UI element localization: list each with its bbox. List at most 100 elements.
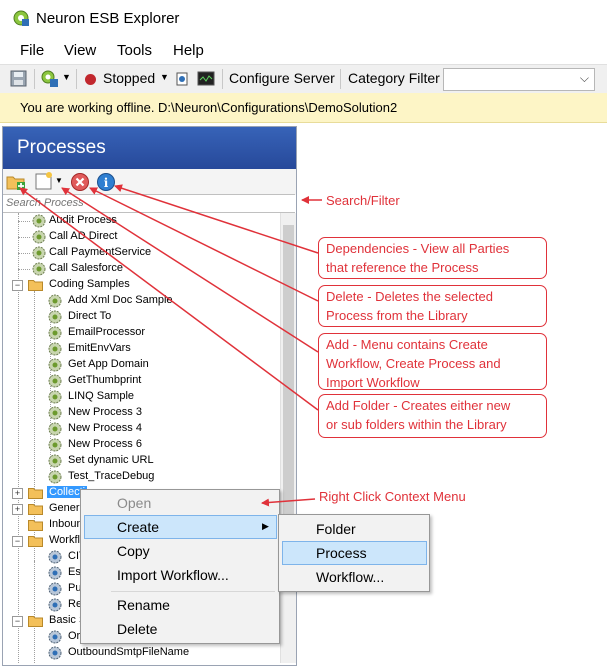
tree-item[interactable]: Call PaymentService <box>3 245 279 261</box>
add-folder-callout: Add Folder - Creates either new or sub f… <box>318 394 547 438</box>
workflow-gear-icon <box>48 582 62 596</box>
workflow-gear-icon <box>48 646 62 660</box>
tree-item-label: OutboundSmtpFileName <box>68 646 190 658</box>
tree-item[interactable]: EmailProcessor <box>3 325 279 341</box>
menu-bar: File View Tools Help <box>0 38 607 64</box>
tree-item[interactable]: New Process 6 <box>3 437 279 453</box>
process-gear-icon <box>32 262 46 276</box>
context-delete-item[interactable]: Delete <box>117 621 157 637</box>
tree-item-label: New Process 3 <box>68 406 142 418</box>
tree-folder-label: Inboun <box>49 518 83 530</box>
expand-toggle[interactable]: + <box>12 504 23 515</box>
process-gear-icon <box>32 230 46 244</box>
submenu-folder-item[interactable]: Folder <box>316 521 356 537</box>
chevron-down-icon[interactable]: ▼ <box>62 72 71 82</box>
info-doc-icon[interactable] <box>176 72 188 86</box>
context-menu-highlight <box>84 515 277 539</box>
tree-item-label: Audit Process <box>49 214 117 226</box>
monitor-icon[interactable] <box>197 71 215 86</box>
submenu-workflow-item[interactable]: Workflow... <box>316 569 384 585</box>
offline-message: You are working offline. D:\Neuron\Confi… <box>20 100 398 115</box>
tree-scrollbar[interactable] <box>280 213 296 663</box>
stop-status-icon <box>85 74 96 85</box>
save-icon[interactable] <box>10 70 27 87</box>
folder-icon <box>28 487 43 499</box>
tree-item[interactable]: LINQ Sample <box>3 389 279 405</box>
process-gear-icon <box>48 406 62 420</box>
search-process-box[interactable] <box>3 194 295 213</box>
folder-icon <box>28 535 43 547</box>
process-gear-icon <box>48 342 62 356</box>
tree-item[interactable]: Audit Process <box>3 213 279 229</box>
tree-item-label: Call Salesforce <box>49 262 123 274</box>
add-folder-icon[interactable] <box>6 173 26 191</box>
tree-item-label: EmitEnvVars <box>68 342 131 354</box>
tree-item[interactable]: Call Salesforce <box>3 261 279 277</box>
collapse-toggle[interactable]: − <box>12 536 23 547</box>
tree-item[interactable]: OutboundSmtpFileName <box>3 645 279 661</box>
tree-item[interactable]: Set dynamic URL <box>3 453 279 469</box>
tree-item-label: Test_TraceDebug <box>68 470 155 482</box>
context-copy-item[interactable]: Copy <box>117 543 150 559</box>
create-submenu: Folder Process Workflow... <box>278 514 430 592</box>
configure-server-button[interactable]: Configure Server <box>229 70 335 86</box>
process-gear-icon <box>48 454 62 468</box>
context-create-item[interactable]: Create <box>117 519 159 535</box>
process-gear-icon <box>48 358 62 372</box>
category-filter-label: Category Filter <box>348 70 440 86</box>
add-process-icon[interactable] <box>35 172 53 191</box>
tree-item[interactable]: Call AD Direct <box>3 229 279 245</box>
tree-item-label: GetThumbprint <box>68 374 142 386</box>
menu-view[interactable]: View <box>64 42 96 59</box>
tree-folder-label: Coding Samples <box>49 278 130 290</box>
collapse-toggle[interactable]: − <box>12 280 23 291</box>
app-logo-icon <box>13 10 29 26</box>
category-filter-select[interactable]: ⌵ <box>443 68 595 91</box>
tree-item[interactable]: EmitEnvVars <box>3 341 279 357</box>
context-open-item[interactable]: Open <box>117 495 151 511</box>
title-bar: Neuron ESB Explorer <box>0 0 607 38</box>
context-import-workflow-item[interactable]: Import Workflow... <box>117 567 229 583</box>
tree-item-label: LINQ Sample <box>68 390 135 402</box>
menu-help[interactable]: Help <box>173 42 204 59</box>
svg-text:i: i <box>104 176 109 190</box>
search-process-input[interactable] <box>3 195 289 211</box>
expand-toggle[interactable]: + <box>12 488 23 499</box>
chevron-down-icon[interactable]: ▼ <box>160 72 169 82</box>
menu-tools[interactable]: Tools <box>117 42 152 59</box>
tree-folder[interactable]: − Coding Samples <box>3 277 279 293</box>
collapse-toggle[interactable]: − <box>12 616 23 627</box>
chevron-down-icon: ⌵ <box>579 71 589 85</box>
context-rename-item[interactable]: Rename <box>117 597 170 613</box>
process-gear-icon <box>48 470 62 484</box>
menu-file[interactable]: File <box>20 42 44 59</box>
tree-item[interactable]: Add Xml Doc Sample <box>3 293 279 309</box>
tree-item[interactable]: New Process 3 <box>3 405 279 421</box>
process-gear-icon <box>48 326 62 340</box>
tree-item-label: Call PaymentService <box>49 246 152 258</box>
tree-item[interactable]: New Process 4 <box>3 421 279 437</box>
tree-item[interactable]: Direct To <box>3 309 279 325</box>
toolbar: ▼ Stopped ▼ Configure Server Category Fi… <box>0 64 607 94</box>
dependencies-info-icon[interactable]: i <box>96 172 116 192</box>
tree-item-label: Get App Domain <box>68 358 149 370</box>
chevron-down-icon[interactable]: ▼ <box>55 176 63 185</box>
process-gear-icon <box>48 294 62 308</box>
submenu-process-item[interactable]: Process <box>316 545 367 561</box>
tree-item-label: Call AD Direct <box>49 230 118 242</box>
process-gear-icon <box>48 310 62 324</box>
delete-icon[interactable] <box>70 172 90 192</box>
folder-icon <box>28 279 43 291</box>
service-status-label[interactable]: Stopped <box>103 70 155 86</box>
window-title: Neuron ESB Explorer <box>36 10 180 27</box>
process-gear-icon <box>32 214 46 228</box>
explorer-icon[interactable] <box>40 69 60 88</box>
dependencies-callout: Dependencies - View all Parties that ref… <box>318 237 547 279</box>
tree-item-label: Set dynamic URL <box>68 454 154 466</box>
tree-item-label: Add Xml Doc Sample <box>68 294 173 306</box>
panel-toolbar: ▼ i <box>3 169 296 195</box>
tree-item[interactable]: Get App Domain <box>3 357 279 373</box>
tree-item[interactable]: GetThumbprint <box>3 373 279 389</box>
delete-callout: Delete - Deletes the selected Process fr… <box>318 285 547 327</box>
tree-item[interactable]: Test_TraceDebug <box>3 469 279 485</box>
